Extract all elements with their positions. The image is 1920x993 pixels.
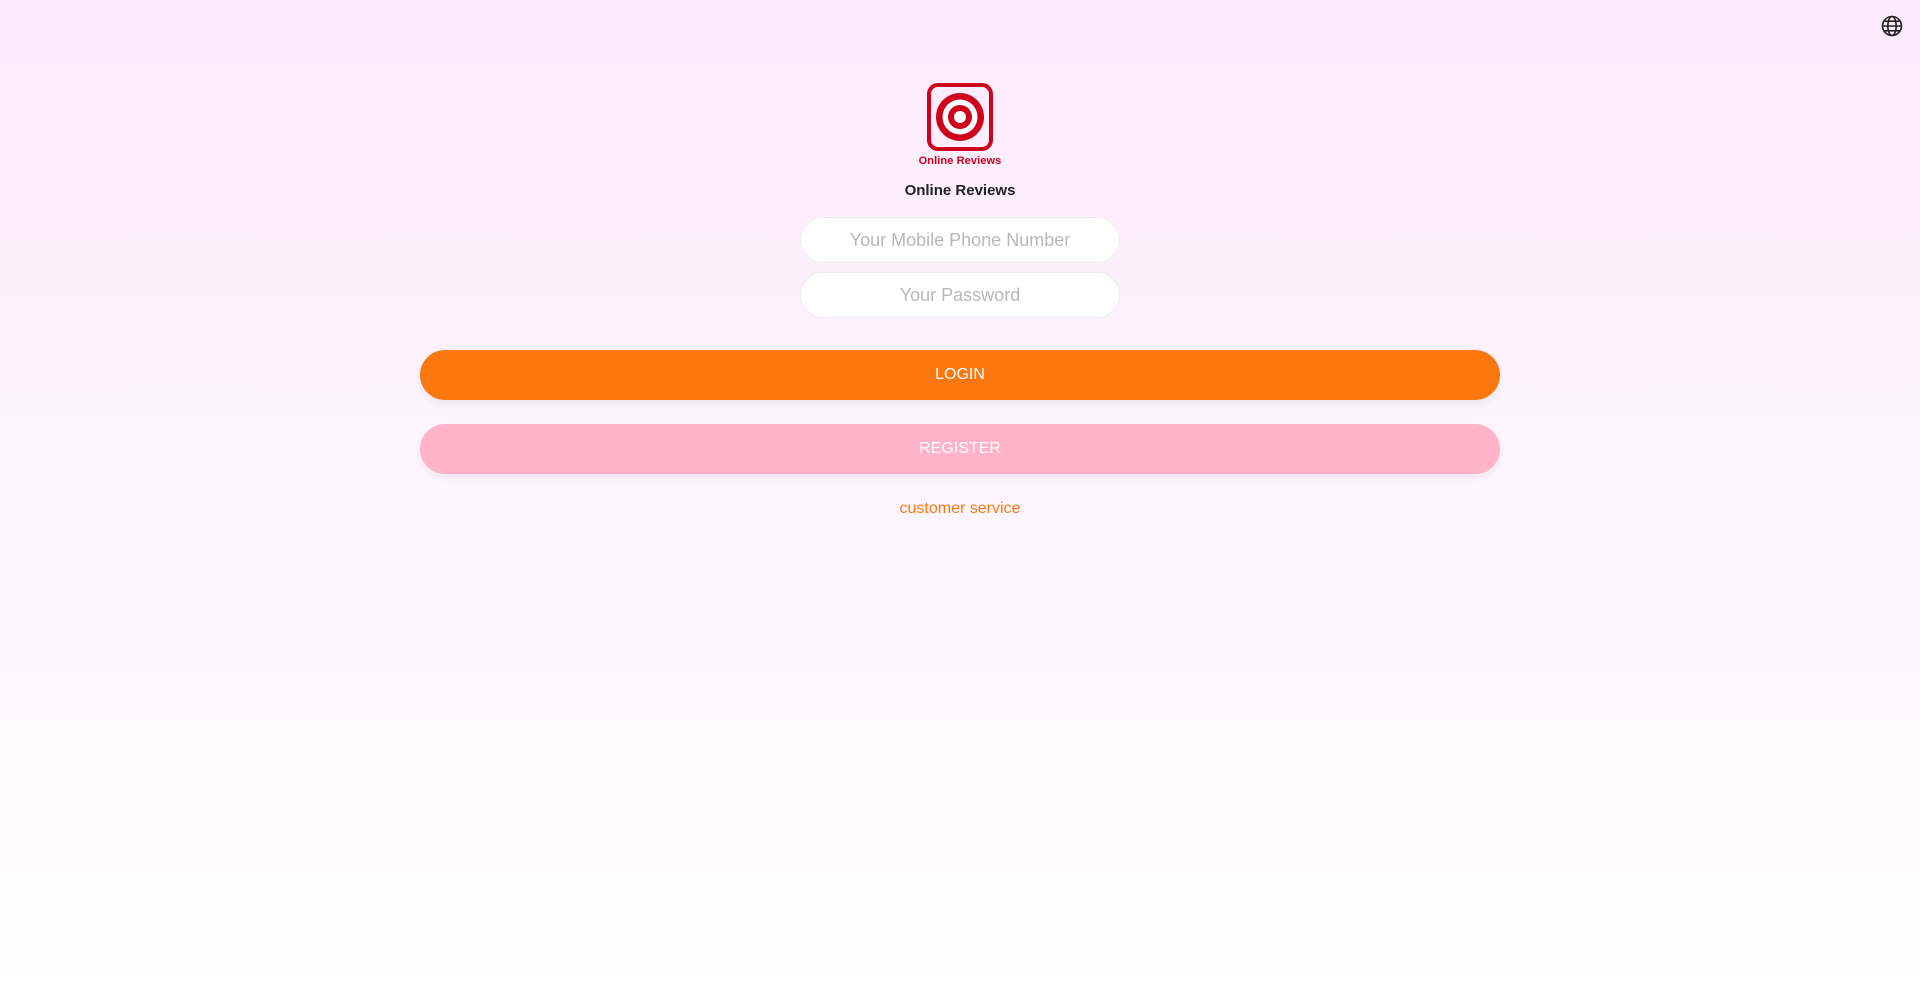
- login-button[interactable]: LOGIN: [420, 350, 1500, 400]
- target-icon: [927, 83, 993, 151]
- register-button[interactable]: REGISTER: [420, 424, 1500, 474]
- phone-field: [800, 217, 1120, 263]
- password-input[interactable]: [801, 283, 1119, 307]
- app-name: Online Reviews: [904, 182, 1016, 199]
- logo: Online Reviews: [919, 82, 1002, 167]
- customer-service-link[interactable]: customer service: [900, 500, 1021, 518]
- login-container: Online Reviews Online Reviews LOGIN REGI…: [0, 0, 1920, 518]
- password-field: [800, 272, 1120, 318]
- phone-input[interactable]: [801, 228, 1119, 252]
- logo-text: Online Reviews: [918, 155, 1002, 167]
